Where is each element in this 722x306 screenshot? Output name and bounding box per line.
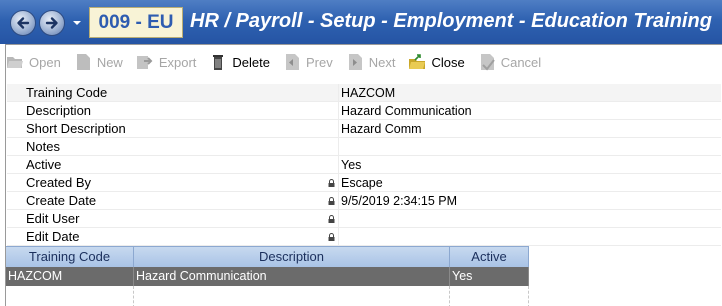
chevron-down-icon[interactable] (72, 18, 82, 28)
property-grid: Training Code HAZCOM Description Hazard … (7, 84, 721, 246)
forward-button[interactable] (39, 10, 65, 36)
next-label: Next (368, 54, 396, 70)
field-value: 9/5/2019 2:34:15 PM (338, 192, 721, 209)
field-value (338, 210, 721, 227)
field-label-text: Create Date (26, 193, 97, 208)
empty-cell (6, 286, 134, 306)
field-notes[interactable]: Notes (7, 138, 721, 156)
field-value[interactable]: HAZCOM (338, 84, 721, 101)
lock-icon (328, 233, 335, 241)
field-edit-user: Edit User (7, 210, 721, 228)
field-value[interactable]: Hazard Communication (338, 102, 721, 119)
field-training-code[interactable]: Training Code HAZCOM (7, 84, 721, 102)
next-button[interactable]: Next (346, 53, 396, 71)
prev-page-icon (285, 54, 299, 70)
training-table: Training Code Description Active HAZCOM … (6, 246, 529, 306)
cancel-label: Cancel (500, 54, 542, 70)
table-cell: Hazard Communication (134, 267, 450, 286)
title-bar: 009 - EU HR / Payroll - Setup - Employme… (0, 0, 722, 44)
back-button[interactable] (10, 10, 36, 36)
field-edit-date: Edit Date (7, 228, 721, 246)
arrow-left-icon (17, 17, 30, 29)
folder-close-icon (409, 54, 426, 69)
field-label-text: Edit Date (26, 229, 80, 244)
next-page-icon (348, 54, 362, 70)
field-label-text: Created By (26, 175, 92, 190)
window-title: HR / Payroll - Setup - Employment - Educ… (190, 10, 712, 32)
field-value[interactable]: Hazard Comm (338, 120, 721, 137)
field-value: Escape (338, 174, 721, 191)
new-label: New (96, 54, 123, 70)
lock-icon (328, 197, 335, 205)
field-created-by: Created By Escape (7, 174, 721, 192)
table-cell: Yes (450, 267, 529, 286)
empty-cell (450, 286, 529, 306)
delete-button[interactable]: Delete (209, 53, 270, 71)
folder-open-icon (7, 57, 23, 68)
field-create-date: Create Date 9/5/2019 2:34:15 PM (7, 192, 721, 210)
table-empty-row (6, 286, 529, 306)
export-label: Export (158, 54, 197, 70)
field-label: Description (26, 103, 92, 118)
table-row[interactable]: HAZCOM Hazard Communication Yes (6, 267, 529, 286)
export-button[interactable]: Export (136, 53, 197, 71)
new-button[interactable]: New (74, 53, 123, 71)
lock-icon (328, 179, 335, 187)
field-label: Edit Date (7, 228, 338, 245)
cancel-button[interactable]: Cancel (478, 53, 541, 71)
export-icon (136, 56, 153, 69)
company-code[interactable]: 009 - EU (89, 7, 183, 38)
column-header-training-code[interactable]: Training Code (6, 247, 134, 267)
arrow-right-icon (45, 17, 58, 29)
field-value[interactable]: Yes (338, 156, 721, 173)
field-active[interactable]: Active Yes (7, 156, 721, 174)
column-header-active[interactable]: Active (450, 247, 529, 267)
column-header-description[interactable]: Description (134, 247, 450, 267)
lock-icon (328, 215, 335, 223)
delete-label: Delete (232, 54, 270, 70)
field-value (338, 228, 721, 245)
field-label: Notes (26, 139, 60, 154)
open-label: Open (29, 54, 61, 70)
table-cell: HAZCOM (6, 267, 134, 286)
field-description[interactable]: Description Hazard Communication (7, 102, 721, 120)
field-label: Edit User (7, 210, 338, 227)
field-label: Create Date (7, 192, 338, 209)
field-label: Created By (7, 174, 338, 191)
prev-button[interactable]: Prev (283, 53, 333, 71)
new-document-icon (76, 54, 90, 70)
table-header: Training Code Description Active (6, 246, 529, 267)
prev-label: Prev (305, 54, 333, 70)
open-button[interactable]: Open (6, 53, 61, 71)
field-short-description[interactable]: Short Description Hazard Comm (7, 120, 721, 138)
close-button[interactable]: Close (408, 53, 465, 71)
field-label: Short Description (26, 121, 126, 136)
empty-cell (134, 286, 450, 306)
cancel-icon (480, 54, 495, 71)
field-value[interactable] (338, 138, 721, 155)
field-label-text: Edit User (26, 211, 80, 226)
trash-icon (213, 55, 224, 70)
close-label: Close (431, 54, 465, 70)
toolbar: Open New Export Delete Prev Next Close C… (6, 48, 554, 76)
field-label: Training Code (26, 85, 108, 100)
field-label: Active (26, 157, 62, 172)
